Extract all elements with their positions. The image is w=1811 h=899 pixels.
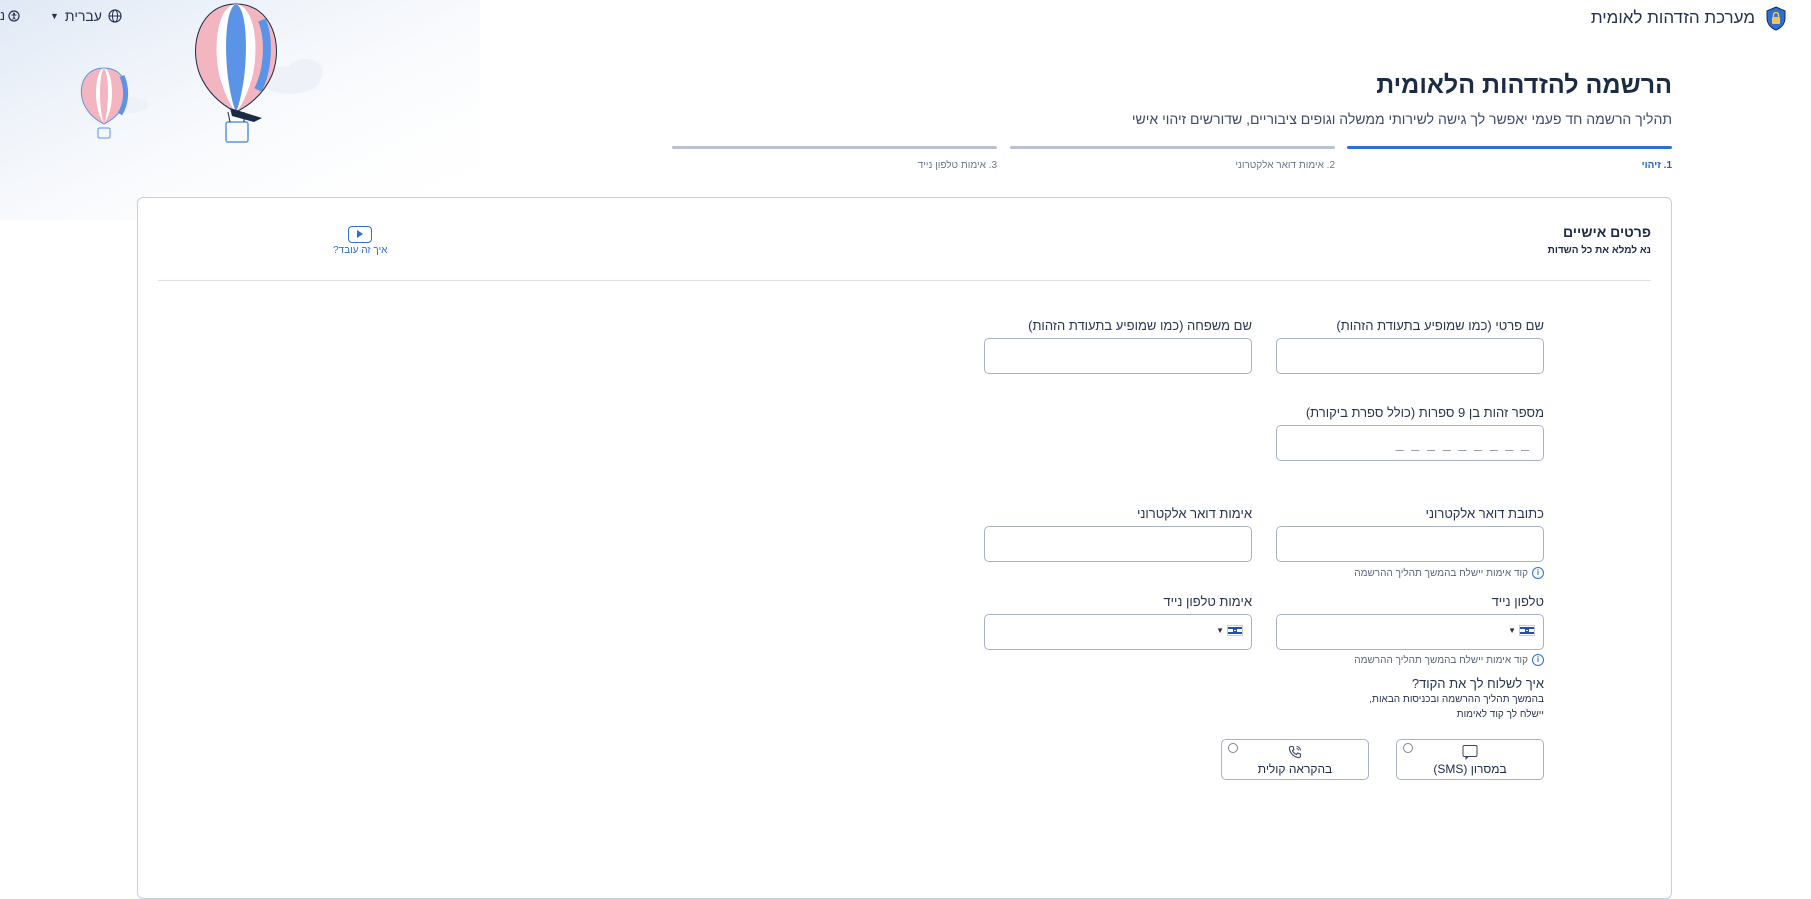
- divider: [158, 280, 1651, 281]
- phone-confirm-field[interactable]: ▼: [984, 614, 1252, 650]
- israel-flag-icon: [1227, 625, 1243, 636]
- language-selector[interactable]: עברית ▼: [50, 8, 122, 24]
- step-bar: [1010, 146, 1335, 149]
- top-bar: מערכת הזדהות לאומית עברית ▼ נ: [0, 0, 1811, 32]
- country-code-selector[interactable]: ▼: [1508, 625, 1535, 636]
- last-name-input[interactable]: [985, 339, 1251, 373]
- phone-confirm-input[interactable]: [985, 615, 1251, 649]
- chevron-down-icon: ▼: [50, 11, 59, 21]
- send-code-description: בהמשך תהליך ההרשמה ובכניסות הבאות, יישלח…: [1369, 692, 1544, 722]
- brand[interactable]: מערכת הזדהות לאומית: [1591, 5, 1789, 31]
- sms-radio[interactable]: [1403, 743, 1413, 753]
- progress-stepper: 1. זיהוי 2. אימות דואר אלקטרוני 3. אימות…: [671, 146, 1672, 176]
- country-code-selector[interactable]: ▼: [1216, 625, 1243, 636]
- how-it-works-button[interactable]: איך זה עובד?: [333, 226, 387, 256]
- send-code-title: איך לשלוח לך את הקוד?: [1411, 676, 1544, 691]
- phone-label: טלפון נייד: [1491, 594, 1544, 609]
- voice-call-radio[interactable]: [1228, 743, 1238, 753]
- phone-confirm-label: אימות טלפון נייד: [1163, 594, 1252, 609]
- id-number-input[interactable]: [1277, 426, 1543, 460]
- step-label: 1. זיהוי: [1641, 160, 1672, 171]
- personal-details-card: פרטים אישיים נא למלא את כל השדות איך זה …: [137, 197, 1672, 899]
- step-bar: [672, 146, 997, 149]
- israel-flag-icon: [1519, 625, 1535, 636]
- how-it-works-label: איך זה עובד?: [333, 245, 388, 256]
- accessibility-label: נ: [0, 8, 6, 23]
- last-name-label: שם משפחה (כמו שמופיע בתעודת הזהות): [1028, 318, 1252, 333]
- phone-input[interactable]: [1277, 615, 1543, 649]
- page-title: הרשמה להזדהות הלאומית: [1376, 71, 1672, 99]
- step-label: 3. אימות טלפון נייד: [917, 160, 997, 171]
- language-label: עברית: [64, 8, 102, 24]
- step-bar: [1347, 146, 1672, 149]
- accessibility-icon: [8, 9, 20, 22]
- email-hint-text: קוד אימות יישלח בהמשך תהליך ההרשמה: [1354, 567, 1528, 579]
- email-confirm-field[interactable]: [984, 526, 1252, 562]
- id-number-label: מספר זהות בן 9 ספרות (כולל ספרת ביקורת): [1305, 405, 1544, 420]
- send-code-line-1: בהמשך תהליך ההרשמה ובכניסות הבאות,: [1369, 694, 1544, 705]
- chevron-down-icon: ▼: [1216, 626, 1224, 635]
- sms-option-label: במסרון (SMS): [1433, 762, 1507, 776]
- email-input[interactable]: [1277, 527, 1543, 561]
- voice-call-option[interactable]: בהקראה קולית: [1221, 739, 1369, 780]
- step-phone-verification: 3. אימות טלפון נייד: [672, 146, 997, 171]
- info-icon: i: [1532, 654, 1544, 666]
- section-subtitle: נא למלא את כל השדות: [1547, 245, 1651, 256]
- accessibility-menu[interactable]: נ: [0, 8, 20, 23]
- section-title: פרטים אישיים: [1562, 224, 1651, 240]
- last-name-field[interactable]: [984, 338, 1252, 374]
- first-name-label: שם פרטי (כמו שמופיע בתעודת הזהות): [1336, 318, 1544, 333]
- id-number-field[interactable]: [1276, 425, 1544, 461]
- globe-icon: [108, 9, 122, 23]
- info-icon: i: [1532, 567, 1544, 579]
- shield-lock-icon: [1766, 6, 1786, 31]
- step-identification: 1. זיהוי: [1347, 146, 1672, 171]
- small-balloon-icon: [80, 67, 129, 139]
- voice-call-option-label: בהקראה קולית: [1257, 762, 1333, 776]
- chat-bubble-icon: [1462, 745, 1478, 760]
- email-confirm-input[interactable]: [985, 527, 1251, 561]
- brand-name: מערכת הזדהות לאומית: [1590, 8, 1755, 27]
- email-hint: i קוד אימות יישלח בהמשך תהליך ההרשמה: [1354, 567, 1544, 579]
- step-email-verification: 2. אימות דואר אלקטרוני: [1010, 146, 1335, 171]
- email-confirm-label: אימות דואר אלקטרוני: [1136, 506, 1252, 521]
- send-code-line-2: יישלח לך קוד לאימות: [1456, 709, 1544, 720]
- page-subtitle: תהליך הרשמה חד פעמי יאפשר לך גישה לשירות…: [1131, 111, 1672, 127]
- phone-hint-text: קוד אימות יישלח בהמשך תהליך ההרשמה: [1354, 654, 1528, 666]
- chevron-down-icon: ▼: [1508, 626, 1516, 635]
- email-label: כתובת דואר אלקטרוני: [1425, 506, 1544, 521]
- phone-hint: i קוד אימות יישלח בהמשך תהליך ההרשמה: [1354, 654, 1544, 666]
- first-name-input[interactable]: [1277, 339, 1543, 373]
- play-video-icon: [348, 226, 373, 243]
- first-name-field[interactable]: [1276, 338, 1544, 374]
- sms-option[interactable]: במסרון (SMS): [1396, 739, 1544, 780]
- email-field[interactable]: [1276, 526, 1544, 562]
- step-label: 2. אימות דואר אלקטרוני: [1235, 160, 1335, 171]
- phone-field[interactable]: ▼: [1276, 614, 1544, 650]
